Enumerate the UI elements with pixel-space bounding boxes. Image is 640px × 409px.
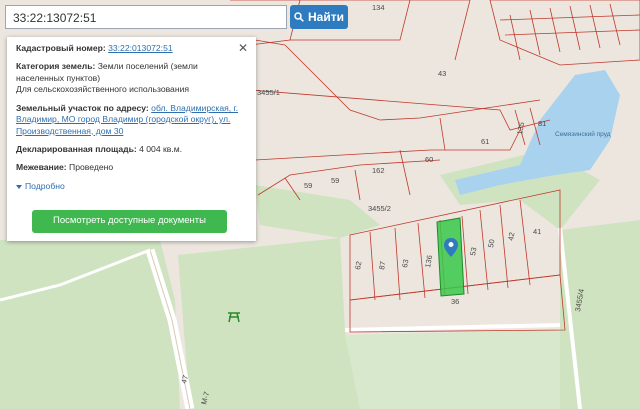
selected-parcel[interactable] (436, 217, 465, 297)
search-button[interactable]: Найти (290, 5, 348, 29)
label-135: 135 (515, 121, 526, 135)
cadastral-label: Кадастровый номер: (16, 43, 106, 53)
label-63: 63 (400, 259, 410, 269)
survey-label: Межевание: (16, 162, 67, 173)
survey-value: Проведено (69, 162, 114, 173)
lake-label: Семязинский пруд (555, 130, 611, 138)
label-59b: 59 (331, 176, 339, 185)
label-62: 62 (353, 261, 363, 271)
address-label: Земельный участок по адресу: (16, 102, 149, 113)
details-toggle[interactable]: Подробно (16, 181, 247, 192)
cadastral-number-link[interactable]: 33:22:013072:51 (108, 43, 173, 53)
label-3455-1: 3455/1 (257, 88, 280, 97)
label-50: 50 (486, 239, 496, 249)
label-87: 87 (377, 261, 387, 271)
label-81: 81 (538, 119, 546, 128)
search-input[interactable]: 33:22:13072:51 (5, 5, 287, 29)
area-label: Декларированная площадь: (16, 143, 137, 154)
area-value: 4 004 кв.м. (139, 143, 183, 154)
cadastral-row: Кадастровый номер: 33:22:013072:51 (16, 43, 247, 54)
label-59: 59 (304, 181, 312, 190)
label-134: 134 (372, 3, 385, 12)
close-icon[interactable]: ✕ (238, 41, 248, 57)
chevron-down-icon (16, 184, 22, 189)
view-documents-button[interactable]: Посмотреть доступные документы (32, 210, 227, 233)
category-label: Категория земель: (16, 61, 96, 72)
area-row: Декларированная площадь: 4 004 кв.м. (16, 144, 247, 155)
label-60: 60 (425, 155, 433, 164)
label-36: 36 (451, 297, 459, 306)
address-row: Земельный участок по адресу: обл. Владим… (16, 103, 247, 137)
label-42: 42 (506, 232, 516, 242)
details-toggle-label: Подробно (25, 180, 65, 191)
search-button-label: Найти (308, 10, 344, 24)
label-61: 61 (481, 137, 489, 146)
category-row: Категория земель: Земли поселений (земли… (16, 61, 247, 95)
label-53: 53 (468, 247, 478, 257)
parcel-info-card: ✕ Кадастровый номер: 33:22:013072:51 Кат… (7, 37, 256, 241)
usage-value: Для сельскохозяйственного использования (16, 84, 190, 95)
label-136: 136 (423, 254, 434, 268)
search-icon (294, 12, 304, 22)
survey-row: Межевание: Проведено (16, 162, 247, 173)
label-41: 41 (533, 227, 541, 236)
label-3455-2: 3455/2 (368, 204, 391, 213)
label-43: 43 (438, 69, 446, 78)
label-162: 162 (372, 166, 385, 175)
